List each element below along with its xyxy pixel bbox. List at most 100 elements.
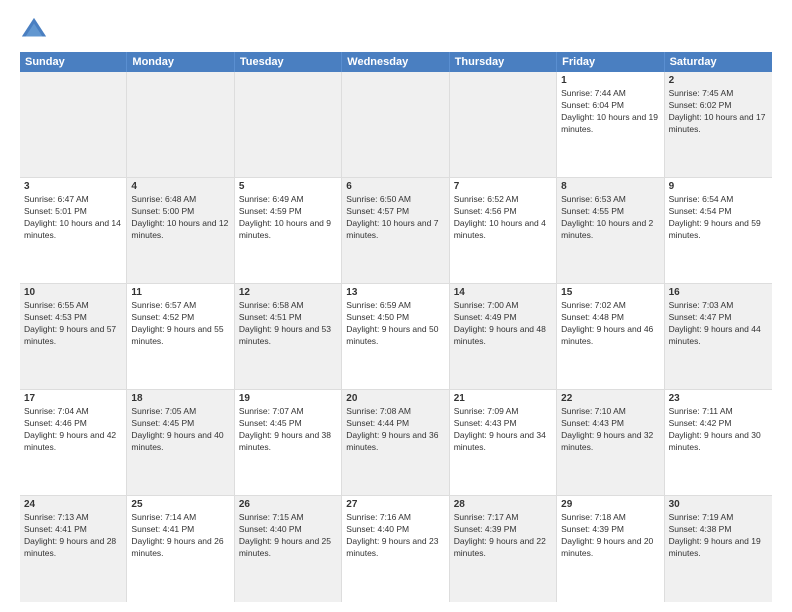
day-info: Sunrise: 7:11 AM Sunset: 4:42 PM Dayligh…	[669, 406, 768, 454]
day-number: 4	[131, 181, 229, 192]
calendar-body: 1 Sunrise: 7:44 AM Sunset: 6:04 PM Daylig…	[20, 72, 772, 602]
cal-cell-17: 17 Sunrise: 7:04 AM Sunset: 4:46 PM Dayli…	[20, 390, 127, 495]
cal-cell-empty	[20, 72, 127, 177]
day-info: Sunrise: 7:07 AM Sunset: 4:45 PM Dayligh…	[239, 406, 337, 454]
cal-cell-5: 5 Sunrise: 6:49 AM Sunset: 4:59 PM Daylig…	[235, 178, 342, 283]
day-number: 1	[561, 75, 659, 86]
day-info: Sunrise: 7:18 AM Sunset: 4:39 PM Dayligh…	[561, 512, 659, 560]
week-row-5: 24 Sunrise: 7:13 AM Sunset: 4:41 PM Dayli…	[20, 496, 772, 602]
day-number: 25	[131, 499, 229, 510]
day-info: Sunrise: 6:50 AM Sunset: 4:57 PM Dayligh…	[346, 194, 444, 242]
day-info: Sunrise: 6:54 AM Sunset: 4:54 PM Dayligh…	[669, 194, 768, 242]
day-number: 20	[346, 393, 444, 404]
day-info: Sunrise: 6:52 AM Sunset: 4:56 PM Dayligh…	[454, 194, 552, 242]
day-number: 2	[669, 75, 768, 86]
weekday-header-wednesday: Wednesday	[342, 52, 449, 72]
day-number: 18	[131, 393, 229, 404]
day-number: 19	[239, 393, 337, 404]
cal-cell-30: 30 Sunrise: 7:19 AM Sunset: 4:38 PM Dayli…	[665, 496, 772, 602]
cal-cell-empty	[235, 72, 342, 177]
cal-cell-18: 18 Sunrise: 7:05 AM Sunset: 4:45 PM Dayli…	[127, 390, 234, 495]
day-number: 21	[454, 393, 552, 404]
day-number: 29	[561, 499, 659, 510]
day-number: 11	[131, 287, 229, 298]
day-info: Sunrise: 7:13 AM Sunset: 4:41 PM Dayligh…	[24, 512, 122, 560]
day-number: 17	[24, 393, 122, 404]
cal-cell-14: 14 Sunrise: 7:00 AM Sunset: 4:49 PM Dayli…	[450, 284, 557, 389]
cal-cell-10: 10 Sunrise: 6:55 AM Sunset: 4:53 PM Dayli…	[20, 284, 127, 389]
day-info: Sunrise: 6:58 AM Sunset: 4:51 PM Dayligh…	[239, 300, 337, 348]
cal-cell-7: 7 Sunrise: 6:52 AM Sunset: 4:56 PM Daylig…	[450, 178, 557, 283]
day-info: Sunrise: 7:19 AM Sunset: 4:38 PM Dayligh…	[669, 512, 768, 560]
cal-cell-2: 2Sunrise: 7:45 AM Sunset: 6:02 PM Daylig…	[665, 72, 772, 177]
day-number: 27	[346, 499, 444, 510]
day-info: Sunrise: 6:53 AM Sunset: 4:55 PM Dayligh…	[561, 194, 659, 242]
day-number: 3	[24, 181, 122, 192]
cal-cell-23: 23 Sunrise: 7:11 AM Sunset: 4:42 PM Dayli…	[665, 390, 772, 495]
cal-cell-13: 13Sunrise: 6:59 AM Sunset: 4:50 PM Dayli…	[342, 284, 449, 389]
day-info: Sunrise: 6:57 AM Sunset: 4:52 PM Dayligh…	[131, 300, 229, 348]
weekday-header-sunday: Sunday	[20, 52, 127, 72]
page: SundayMondayTuesdayWednesdayThursdayFrid…	[0, 0, 792, 612]
day-number: 26	[239, 499, 337, 510]
cal-cell-25: 25 Sunrise: 7:14 AM Sunset: 4:41 PM Dayli…	[127, 496, 234, 602]
cal-cell-28: 28Sunrise: 7:17 AM Sunset: 4:39 PM Dayli…	[450, 496, 557, 602]
day-info: Sunrise: 7:08 AM Sunset: 4:44 PM Dayligh…	[346, 406, 444, 454]
weekday-header-monday: Monday	[127, 52, 234, 72]
day-number: 22	[561, 393, 659, 404]
cal-cell-empty	[342, 72, 449, 177]
cal-cell-19: 19 Sunrise: 7:07 AM Sunset: 4:45 PM Dayli…	[235, 390, 342, 495]
weekday-header-friday: Friday	[557, 52, 664, 72]
day-number: 10	[24, 287, 122, 298]
cal-cell-8: 8 Sunrise: 6:53 AM Sunset: 4:55 PM Daylig…	[557, 178, 664, 283]
day-number: 23	[669, 393, 768, 404]
day-number: 24	[24, 499, 122, 510]
day-number: 12	[239, 287, 337, 298]
day-number: 6	[346, 181, 444, 192]
week-row-2: 3Sunrise: 6:47 AM Sunset: 5:01 PM Daylig…	[20, 178, 772, 284]
day-info: Sunrise: 7:10 AM Sunset: 4:43 PM Dayligh…	[561, 406, 659, 454]
day-number: 8	[561, 181, 659, 192]
day-number: 9	[669, 181, 768, 192]
day-info: Sunrise: 7:04 AM Sunset: 4:46 PM Dayligh…	[24, 406, 122, 454]
day-info: Sunrise: 7:05 AM Sunset: 4:45 PM Dayligh…	[131, 406, 229, 454]
day-info: Sunrise: 6:55 AM Sunset: 4:53 PM Dayligh…	[24, 300, 122, 348]
day-info: Sunrise: 6:48 AM Sunset: 5:00 PM Dayligh…	[131, 194, 229, 242]
cal-cell-29: 29 Sunrise: 7:18 AM Sunset: 4:39 PM Dayli…	[557, 496, 664, 602]
cal-cell-16: 16Sunrise: 7:03 AM Sunset: 4:47 PM Dayli…	[665, 284, 772, 389]
day-number: 5	[239, 181, 337, 192]
weekday-header-tuesday: Tuesday	[235, 52, 342, 72]
logo-icon	[20, 16, 48, 44]
cal-cell-20: 20 Sunrise: 7:08 AM Sunset: 4:44 PM Dayli…	[342, 390, 449, 495]
cal-cell-1: 1 Sunrise: 7:44 AM Sunset: 6:04 PM Daylig…	[557, 72, 664, 177]
cal-cell-6: 6 Sunrise: 6:50 AM Sunset: 4:57 PM Daylig…	[342, 178, 449, 283]
day-info: Sunrise: 7:16 AM Sunset: 4:40 PM Dayligh…	[346, 512, 444, 560]
day-info: Sunrise: 7:44 AM Sunset: 6:04 PM Dayligh…	[561, 88, 659, 136]
cal-cell-9: 9 Sunrise: 6:54 AM Sunset: 4:54 PM Daylig…	[665, 178, 772, 283]
day-number: 15	[561, 287, 659, 298]
cal-cell-4: 4 Sunrise: 6:48 AM Sunset: 5:00 PM Daylig…	[127, 178, 234, 283]
week-row-4: 17 Sunrise: 7:04 AM Sunset: 4:46 PM Dayli…	[20, 390, 772, 496]
cal-cell-21: 21 Sunrise: 7:09 AM Sunset: 4:43 PM Dayli…	[450, 390, 557, 495]
calendar: SundayMondayTuesdayWednesdayThursdayFrid…	[20, 52, 772, 602]
day-info: Sunrise: 6:49 AM Sunset: 4:59 PM Dayligh…	[239, 194, 337, 242]
logo	[20, 16, 52, 44]
day-number: 16	[669, 287, 768, 298]
day-number: 7	[454, 181, 552, 192]
day-number: 14	[454, 287, 552, 298]
day-info: Sunrise: 7:14 AM Sunset: 4:41 PM Dayligh…	[131, 512, 229, 560]
header	[20, 16, 772, 44]
day-info: Sunrise: 7:09 AM Sunset: 4:43 PM Dayligh…	[454, 406, 552, 454]
cal-cell-22: 22 Sunrise: 7:10 AM Sunset: 4:43 PM Dayli…	[557, 390, 664, 495]
day-number: 30	[669, 499, 768, 510]
week-row-1: 1 Sunrise: 7:44 AM Sunset: 6:04 PM Daylig…	[20, 72, 772, 178]
cal-cell-empty	[127, 72, 234, 177]
cal-cell-3: 3Sunrise: 6:47 AM Sunset: 5:01 PM Daylig…	[20, 178, 127, 283]
cal-cell-15: 15Sunrise: 7:02 AM Sunset: 4:48 PM Dayli…	[557, 284, 664, 389]
day-info: Sunrise: 7:00 AM Sunset: 4:49 PM Dayligh…	[454, 300, 552, 348]
cal-cell-26: 26Sunrise: 7:15 AM Sunset: 4:40 PM Dayli…	[235, 496, 342, 602]
cal-cell-empty	[450, 72, 557, 177]
week-row-3: 10 Sunrise: 6:55 AM Sunset: 4:53 PM Dayli…	[20, 284, 772, 390]
calendar-header: SundayMondayTuesdayWednesdayThursdayFrid…	[20, 52, 772, 72]
day-info: Sunrise: 7:17 AM Sunset: 4:39 PM Dayligh…	[454, 512, 552, 560]
